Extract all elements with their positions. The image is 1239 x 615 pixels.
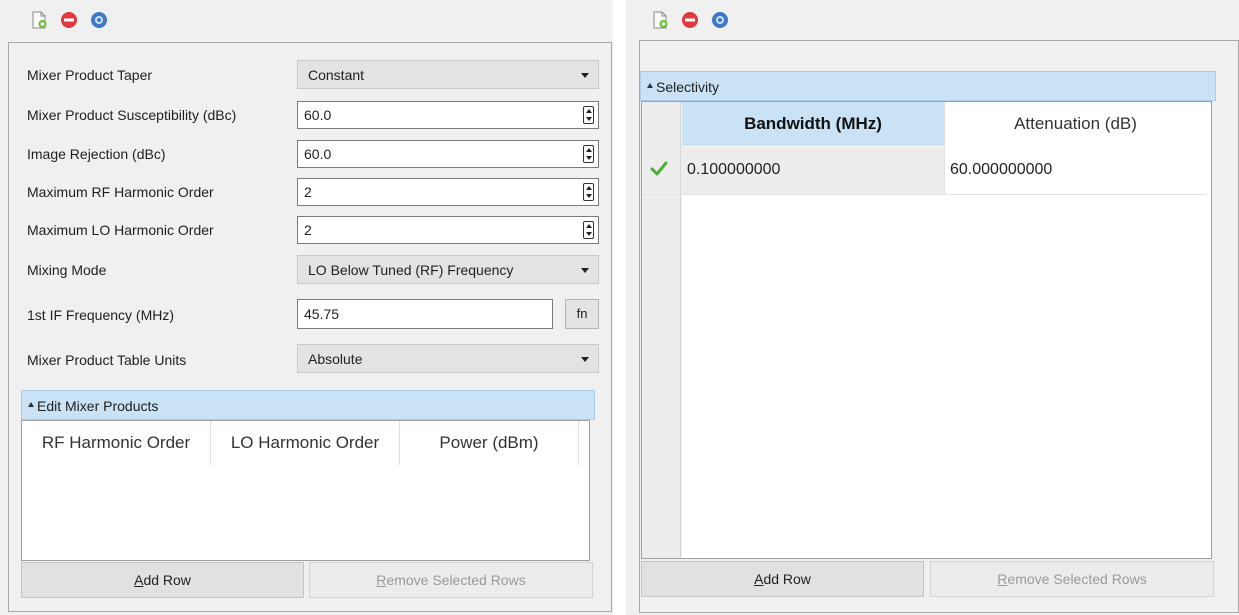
spinner-arrows-icon[interactable]	[583, 106, 594, 124]
spinner-arrows-icon[interactable]	[583, 145, 594, 163]
column-header-rf-harmonic-order[interactable]: RF Harmonic Order	[22, 421, 210, 465]
max-rf-harmonic-order-spinner[interactable]: 2	[297, 178, 599, 206]
selectivity-section-header[interactable]: Selectivity	[640, 71, 1216, 101]
chevron-down-icon	[581, 357, 589, 362]
spinner-arrows-icon[interactable]	[583, 183, 594, 201]
spinner-value: 60.0	[304, 107, 332, 123]
right-toolbar	[626, 0, 1239, 38]
add-row-button[interactable]: Add Row	[21, 562, 304, 598]
selectivity-frame: Selectivity Bandwidth (MHz) Attenuation …	[639, 40, 1239, 613]
delete-icon[interactable]	[681, 11, 699, 29]
delete-icon[interactable]	[60, 11, 78, 29]
section-title: Selectivity	[656, 79, 720, 95]
field-label: Mixer Product Taper	[27, 67, 153, 83]
field-label: Maximum RF Harmonic Order	[27, 184, 214, 200]
function-button[interactable]: fn	[565, 299, 599, 329]
left-toolbar	[0, 0, 613, 38]
remove-selected-rows-button[interactable]: Remove Selected Rows	[930, 561, 1214, 597]
column-divider	[944, 147, 945, 194]
remove-selected-rows-button[interactable]: Remove Selected Rows	[309, 562, 593, 598]
table-row[interactable]: 0.100000000 60.000000000	[642, 147, 1206, 195]
bandwidth-cell[interactable]: 0.100000000	[687, 161, 780, 179]
chevron-down-icon	[581, 268, 589, 273]
help-icon[interactable]	[90, 11, 108, 29]
input-value: 45.75	[304, 306, 340, 322]
attenuation-cell[interactable]: 60.000000000	[950, 161, 1052, 179]
spinner-value: 60.0	[304, 146, 332, 162]
column-header-bandwidth[interactable]: Bandwidth (MHz)	[682, 102, 944, 146]
mixer-product-taper-dropdown[interactable]: Constant	[297, 60, 599, 89]
dropdown-value: Constant	[308, 67, 365, 83]
chevron-down-icon	[581, 73, 589, 78]
column-header-attenuation[interactable]: Attenuation (dB)	[945, 102, 1206, 146]
mixer-products-table: RF Harmonic Order LO Harmonic Order Powe…	[21, 420, 590, 561]
column-divider	[578, 421, 579, 465]
help-icon[interactable]	[711, 11, 729, 29]
new-document-icon[interactable]	[30, 11, 48, 29]
collapse-caret-icon[interactable]	[647, 83, 653, 88]
dropdown-value: LO Below Tuned (RF) Frequency	[308, 262, 514, 278]
field-label: Image Rejection (dBc)	[27, 146, 166, 162]
mixer-product-table-units-dropdown[interactable]: Absolute	[297, 344, 599, 373]
dropdown-value: Absolute	[308, 351, 363, 367]
image-rejection-spinner[interactable]: 60.0	[297, 140, 599, 168]
selectivity-table: Bandwidth (MHz) Attenuation (dB) 0.10000…	[641, 101, 1212, 559]
max-lo-harmonic-order-spinner[interactable]: 2	[297, 216, 599, 244]
section-title: Edit Mixer Products	[37, 398, 159, 414]
field-label: Mixer Product Susceptibility (dBc)	[27, 107, 237, 123]
field-label: Mixing Mode	[27, 262, 107, 278]
mixer-settings-frame: Mixer Product Taper Constant Mixer Produ…	[8, 42, 612, 612]
spinner-arrows-icon[interactable]	[583, 221, 594, 239]
field-label: 1st IF Frequency (MHz)	[27, 307, 175, 323]
spinner-value: 2	[304, 222, 312, 238]
checkmark-icon	[650, 161, 668, 180]
selectivity-panel: Selectivity Bandwidth (MHz) Attenuation …	[626, 0, 1239, 615]
collapse-caret-icon[interactable]	[28, 402, 34, 407]
add-row-button[interactable]: Add Row	[641, 561, 924, 597]
field-label: Mixer Product Table Units	[27, 352, 187, 368]
new-document-icon[interactable]	[651, 11, 669, 29]
mixer-product-susceptibility-spinner[interactable]: 60.0	[297, 101, 599, 129]
field-label: Maximum LO Harmonic Order	[27, 222, 214, 238]
mixing-mode-dropdown[interactable]: LO Below Tuned (RF) Frequency	[297, 255, 599, 284]
edit-mixer-products-section-header[interactable]: Edit Mixer Products	[21, 390, 595, 420]
spinner-value: 2	[304, 184, 312, 200]
if-frequency-input[interactable]: 45.75	[297, 299, 553, 329]
mixer-settings-panel: Mixer Product Taper Constant Mixer Produ…	[0, 0, 613, 615]
column-header-power[interactable]: Power (dBm)	[400, 421, 578, 465]
column-header-lo-harmonic-order[interactable]: LO Harmonic Order	[211, 421, 399, 465]
